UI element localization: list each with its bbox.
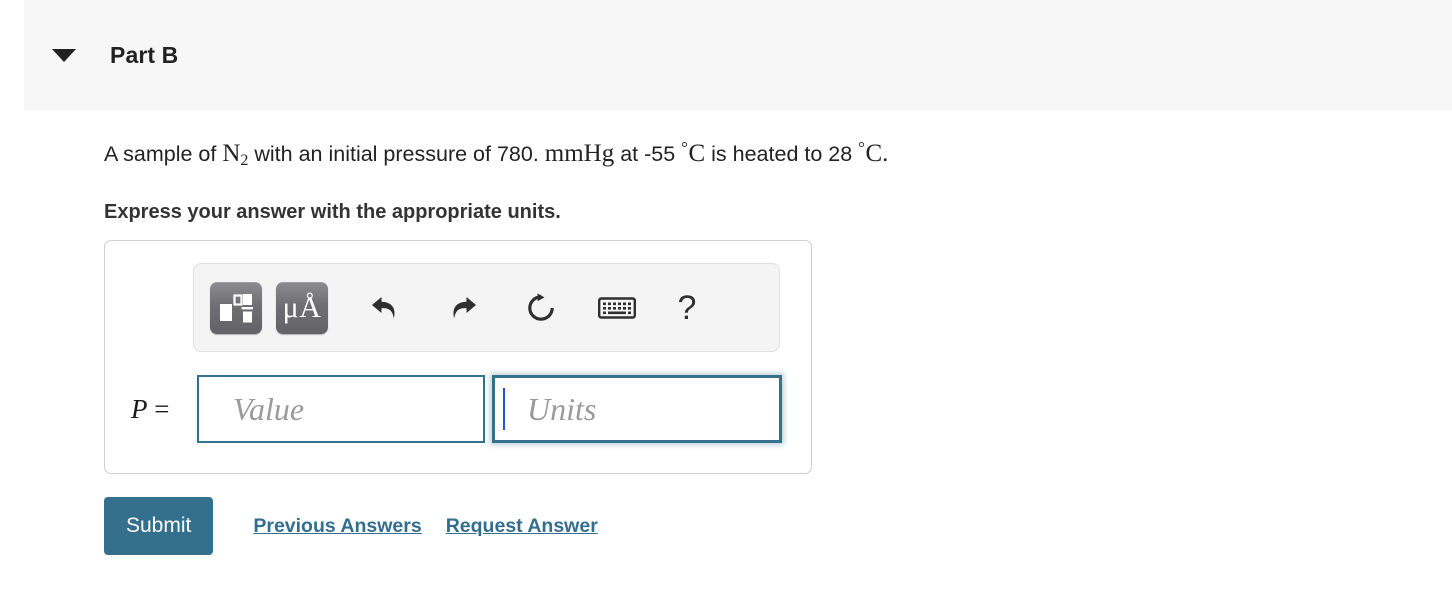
help-button[interactable]: ? [660, 281, 714, 335]
units-input[interactable]: Units [492, 375, 782, 443]
math-template-glyph [220, 293, 253, 322]
part-header: Part B [24, 0, 1452, 110]
temp-unit-1: C [688, 139, 706, 167]
units-button-label: μÅ [282, 290, 322, 324]
temperature-2: °C. [858, 138, 889, 167]
undo-button[interactable] [358, 281, 412, 335]
reset-button[interactable] [514, 281, 568, 335]
keyboard-icon [598, 296, 636, 319]
question-segment-2: with an initial pressure of 780. [248, 141, 545, 166]
help-icon: ? [677, 288, 697, 327]
chemical-formula: N2 [222, 139, 248, 169]
text-cursor [503, 388, 505, 430]
equals-sign: = [154, 393, 170, 424]
value-input[interactable]: Value [197, 375, 485, 443]
redo-button[interactable] [436, 281, 490, 335]
answer-entry-box: μÅ ? P = Value Units [104, 240, 812, 474]
reset-icon [528, 292, 554, 321]
question-text: A sample of N2 with an initial pressure … [104, 137, 1404, 171]
temperature-1: °C [681, 138, 706, 167]
page-title: Part B [110, 41, 179, 68]
units-placeholder: Units [527, 390, 597, 427]
math-template-icon[interactable] [210, 281, 262, 334]
request-answer-link[interactable]: Request Answer [446, 515, 598, 538]
instruction-text: Express your answer with the appropriate… [104, 200, 561, 223]
units-button[interactable]: μÅ [276, 281, 328, 334]
previous-answers-link[interactable]: Previous Answers [253, 515, 421, 538]
action-bar: Submit Previous Answers Request Answer [104, 497, 598, 555]
question-segment-5: . [882, 139, 889, 167]
submit-button[interactable]: Submit [104, 497, 214, 555]
math-toolbar: μÅ ? [193, 263, 780, 352]
answer-input-row: P = Value Units [105, 375, 811, 443]
formula-element: N [222, 139, 241, 167]
temp-unit-2: C [865, 139, 883, 167]
value-placeholder: Value [233, 390, 305, 427]
question-segment-4: is heated to 28 [705, 141, 859, 166]
redo-icon [453, 296, 476, 318]
variable-label: P = [131, 394, 197, 425]
pressure-unit: mmHg [544, 139, 615, 167]
question-segment-1: A sample of [104, 141, 223, 166]
question-content: A sample of N2 with an initial pressure … [104, 110, 1404, 224]
triangle-down-icon[interactable] [52, 48, 76, 62]
undo-icon [372, 296, 395, 318]
variable-symbol: P [131, 393, 148, 424]
keyboard-button[interactable] [590, 281, 644, 335]
question-segment-3: at -55 [614, 141, 682, 166]
